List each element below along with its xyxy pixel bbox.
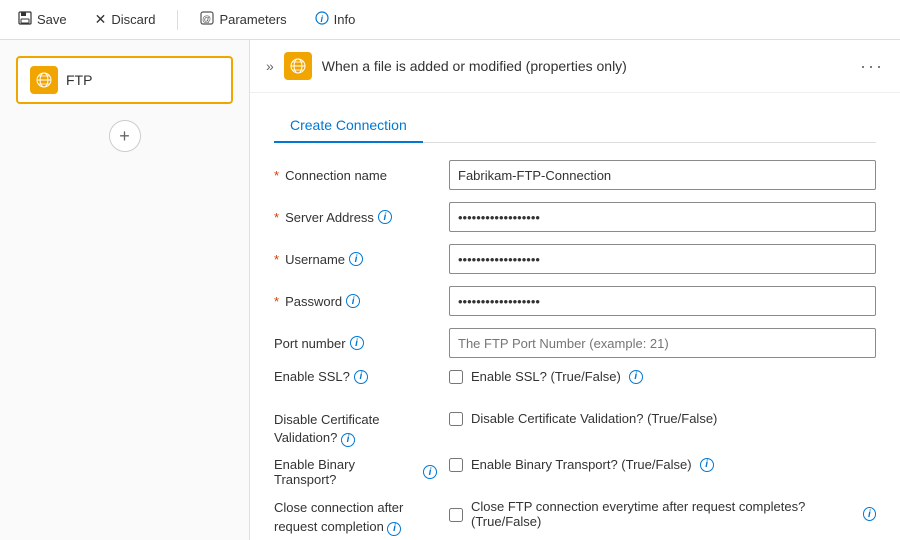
close-connection-label: Close connection after request completio… [274, 499, 449, 535]
close-connection-info-icon[interactable]: i [387, 522, 401, 536]
port-info-icon[interactable]: i [350, 336, 364, 350]
close-connection-text-info-icon[interactable]: i [863, 507, 876, 521]
close-connection-checkbox[interactable] [449, 508, 463, 522]
password-info-icon[interactable]: i [346, 294, 360, 308]
tab-create-connection[interactable]: Create Connection [274, 109, 423, 143]
username-input[interactable] [449, 244, 876, 274]
enable-ssl-checkbox[interactable] [449, 370, 463, 384]
required-star-2: * [274, 210, 279, 225]
close-connection-text: Close FTP connection everytime after req… [471, 499, 855, 529]
discard-label: Discard [111, 12, 155, 27]
ftp-node[interactable]: FTP [16, 56, 233, 104]
right-panel: » When a file is added or modified (prop… [250, 40, 900, 540]
save-button[interactable]: Save [12, 7, 73, 32]
parameters-icon: @ [200, 11, 214, 28]
password-label: * Password i [274, 294, 449, 309]
username-row: * Username i [274, 243, 876, 275]
password-input[interactable] [449, 286, 876, 316]
connection-name-input[interactable] [449, 160, 876, 190]
username-label: * Username i [274, 252, 449, 267]
disable-cert-label: Disable Certificate Validation? i [274, 411, 449, 447]
discard-icon: ✕ [95, 11, 107, 28]
close-connection-row: Close connection after request completio… [274, 499, 876, 535]
close-connection-content: Close FTP connection everytime after req… [449, 499, 876, 529]
save-label: Save [37, 12, 67, 27]
add-icon: + [119, 126, 130, 147]
parameters-label: Parameters [219, 12, 286, 27]
password-row: * Password i [274, 285, 876, 317]
server-address-row: * Server Address i [274, 201, 876, 233]
enable-ssl-content: Enable SSL? (True/False) i [449, 369, 876, 384]
disable-cert-row: Disable Certificate Validation? i Disabl… [274, 411, 876, 447]
server-address-label: * Server Address i [274, 210, 449, 225]
svg-text:i: i [320, 14, 323, 24]
enable-ssl-info-icon[interactable]: i [354, 370, 368, 384]
server-address-info-icon[interactable]: i [378, 210, 392, 224]
enable-binary-label: Enable Binary Transport? i [274, 457, 449, 487]
enable-binary-text-info-icon[interactable]: i [700, 458, 714, 472]
enable-binary-content: Enable Binary Transport? (True/False) i [449, 457, 876, 472]
port-number-input[interactable] [449, 328, 876, 358]
username-info-icon[interactable]: i [349, 252, 363, 266]
trigger-header: » When a file is added or modified (prop… [250, 40, 900, 93]
parameters-button[interactable]: @ Parameters [194, 7, 292, 32]
more-options-button[interactable]: ··· [860, 56, 884, 77]
disable-cert-checkbox[interactable] [449, 412, 463, 426]
save-icon [18, 11, 32, 28]
main-layout: FTP + » When a file is added or modified… [0, 40, 900, 540]
enable-ssl-row: Enable SSL? i Enable SSL? (True/False) i [274, 369, 876, 401]
required-star-4: * [274, 294, 279, 309]
info-icon: i [315, 11, 329, 28]
info-label: Info [334, 12, 356, 27]
enable-ssl-label: Enable SSL? i [274, 369, 449, 384]
enable-binary-info-icon[interactable]: i [423, 465, 437, 479]
sidebar: FTP + [0, 40, 250, 540]
enable-ssl-text: Enable SSL? (True/False) [471, 369, 621, 384]
connection-name-label: * Connection name [274, 168, 449, 183]
server-address-input[interactable] [449, 202, 876, 232]
collapse-button[interactable]: » [266, 58, 274, 74]
toolbar: Save ✕ Discard @ Parameters i Info [0, 0, 900, 40]
disable-cert-content: Disable Certificate Validation? (True/Fa… [449, 411, 876, 426]
required-star-3: * [274, 252, 279, 267]
info-button[interactable]: i Info [309, 7, 362, 32]
ftp-node-label: FTP [66, 72, 92, 88]
toolbar-separator [177, 10, 178, 30]
add-node-button[interactable]: + [109, 120, 141, 152]
port-number-row: Port number i [274, 327, 876, 359]
required-star: * [274, 168, 279, 183]
tabs: Create Connection [274, 109, 876, 143]
enable-ssl-text-info-icon[interactable]: i [629, 370, 643, 384]
connection-name-row: * Connection name [274, 159, 876, 191]
enable-binary-text: Enable Binary Transport? (True/False) [471, 457, 692, 472]
discard-button[interactable]: ✕ Discard [89, 7, 162, 32]
form-area: Create Connection * Connection name * Se… [250, 93, 900, 540]
enable-binary-row: Enable Binary Transport? i Enable Binary… [274, 457, 876, 489]
trigger-title: When a file is added or modified (proper… [322, 58, 850, 74]
trigger-icon [284, 52, 312, 80]
port-number-label: Port number i [274, 336, 449, 351]
ftp-node-icon [30, 66, 58, 94]
disable-cert-info-icon[interactable]: i [341, 433, 355, 447]
disable-cert-text: Disable Certificate Validation? (True/Fa… [471, 411, 717, 426]
enable-binary-checkbox[interactable] [449, 458, 463, 472]
svg-text:@: @ [202, 14, 211, 24]
